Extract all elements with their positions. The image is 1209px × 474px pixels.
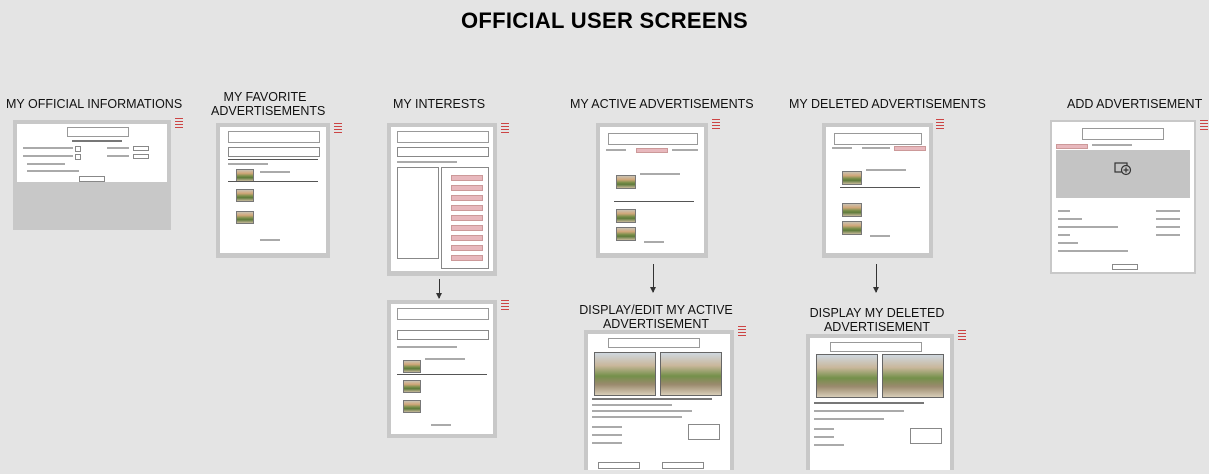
label-add-ad: ADD ADVERTISEMENT [1067, 97, 1203, 111]
label-display-edit-active: DISPLAY/EDIT MY ACTIVE ADVERTISEMENT [579, 303, 733, 331]
label-active-ads: MY ACTIVE ADVERTISEMENTS [570, 97, 754, 111]
screen-add-ad [1050, 120, 1208, 274]
label-deleted-ads: MY DELETED ADVERTISEMENTS [789, 97, 986, 111]
screen-display-edit-active [584, 326, 746, 470]
screen-interests [387, 123, 509, 276]
label-interests: MY INTERESTS [393, 97, 486, 111]
screen-active-ads [596, 119, 720, 258]
page-title: OFFICIAL USER SCREENS [460, 8, 749, 33]
screen-official-info [13, 118, 183, 230]
arrow-active-to-edit [650, 264, 656, 293]
screen-display-deleted [806, 330, 966, 470]
arrow-deleted-to-display [873, 264, 879, 293]
arrow-interests-to-detail [436, 279, 442, 299]
label-display-deleted: DISPLAY MY DELETED ADVERTISEMENT [809, 306, 945, 334]
label-favorite-ads: MY FAVORITE ADVERTISEMENTS [211, 90, 326, 118]
screen-favorite-ads [216, 123, 342, 258]
screen-interest-detail [387, 300, 509, 438]
camera-add-icon[interactable] [1114, 160, 1132, 176]
screen-deleted-ads [822, 119, 944, 258]
label-official-info: MY OFFICIAL INFORMATIONS [6, 97, 183, 111]
